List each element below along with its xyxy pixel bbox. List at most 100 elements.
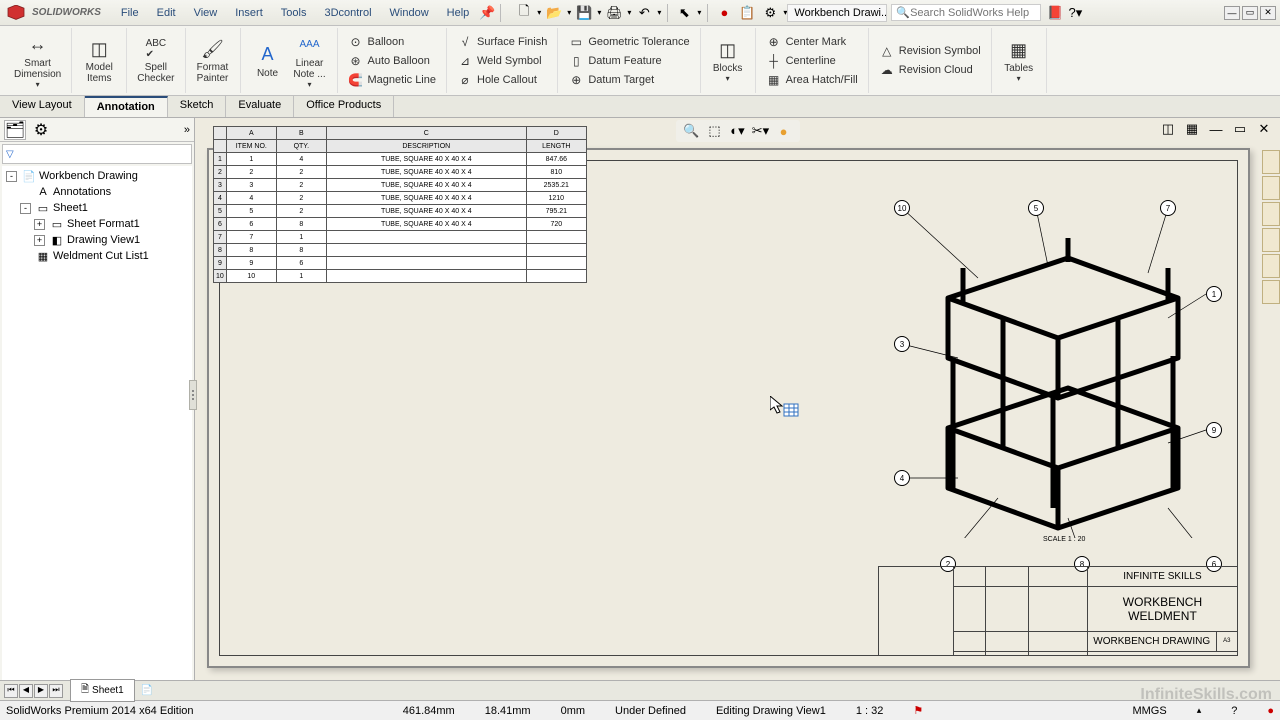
minimize-button[interactable]: — [1224,6,1240,20]
doc-max-icon[interactable]: ▭ [1230,120,1250,138]
title-block[interactable]: INFINITE SKILLS WORKBENCH WELDMENT WORKB… [878,566,1238,656]
taskpane-palette-icon[interactable] [1262,228,1280,252]
menu-edit[interactable]: Edit [149,4,184,22]
model-items-button[interactable]: ◫ Model Items [78,35,120,86]
select-icon[interactable]: ⬉ [674,3,694,23]
options-icon[interactable]: 📋 [737,3,757,23]
menu-window[interactable]: Window [382,4,437,22]
sheet-tab-1[interactable]: 🗎 Sheet1 [70,679,135,702]
sheet-prev-icon[interactable]: ◀ [19,684,33,698]
datum-feature-button[interactable]: ▯Datum Feature [564,52,693,70]
drawing-canvas[interactable]: 🔍 ⬚ ◐▾ ✂▾ ● ◫ ▦ — ▭ ✕ ABCDITEM NO.QTY.DE… [195,118,1280,680]
status-help-icon[interactable]: ? [1231,705,1237,717]
search-box[interactable]: 🔍 [891,4,1041,21]
expand-icon[interactable]: + [34,235,45,246]
tables-button[interactable]: ▦ Tables ▾ [998,36,1040,85]
note-button[interactable]: A Note [247,41,289,81]
pin-icon[interactable]: 📌 [477,3,497,23]
balloon[interactable]: 10 [894,200,910,216]
format-painter-button[interactable]: 🖌 Format Painter [192,35,234,86]
linear-note-button[interactable]: AAA Linear Note ... ▾ [289,31,331,91]
sheet-first-icon[interactable]: ⏮ [4,684,18,698]
menu-3dcontrol[interactable]: 3Dcontrol [316,4,379,22]
zoom-fit-icon[interactable]: 🔍 [682,122,702,140]
area-hatch-button[interactable]: ▦Area Hatch/Fill [762,71,862,89]
status-record-icon[interactable]: ● [1267,705,1274,717]
balloon[interactable]: 4 [894,470,910,486]
tab-view-layout[interactable]: View Layout [0,96,85,117]
sheet-next-icon[interactable]: ▶ [34,684,48,698]
balloon[interactable]: 5 [1028,200,1044,216]
menu-tools[interactable]: Tools [273,4,315,22]
flyout-icon[interactable]: » [184,124,190,136]
center-mark-button[interactable]: ⊕Center Mark [762,33,862,51]
smart-dimension-button[interactable]: ↔ Smart Dimension ▾ [10,31,65,91]
expand-icon[interactable]: - [20,203,31,214]
tree-item[interactable]: +◧Drawing View1 [4,232,190,248]
taskpane-resources-icon[interactable] [1262,150,1280,174]
balloon-button[interactable]: ⊙Balloon [344,33,441,51]
open-icon[interactable]: 📂 [544,3,564,23]
menu-help[interactable]: Help [439,4,478,22]
drawing-view-1[interactable]: 10571394286 SCALE 1 : 20 [868,178,1208,538]
search-input[interactable] [910,7,1030,19]
sheet-last-icon[interactable]: ⏭ [49,684,63,698]
balloon[interactable]: 9 [1206,422,1222,438]
menu-insert[interactable]: Insert [227,4,271,22]
restore-button[interactable]: ▭ [1242,6,1258,20]
datum-target-button[interactable]: ⊕Datum Target [564,71,693,89]
tree-item[interactable]: AAnnotations [4,184,190,200]
taskpane-appearances-icon[interactable] [1262,254,1280,278]
tree-item[interactable]: -📄Workbench Drawing [4,168,190,184]
expand-icon[interactable]: - [6,171,17,182]
save-icon[interactable]: 💾 [574,3,594,23]
balloon[interactable]: 1 [1206,286,1222,302]
menu-view[interactable]: View [186,4,226,22]
revision-symbol-button[interactable]: △Revision Symbol [875,42,985,60]
balloon[interactable]: 3 [894,336,910,352]
tree-item[interactable]: ▦Weldment Cut List1 [4,248,190,264]
tree-item[interactable]: +▭Sheet Format1 [4,216,190,232]
geo-tolerance-button[interactable]: ▭Geometric Tolerance [564,33,693,51]
tab-annotation[interactable]: Annotation [85,96,168,117]
print-icon[interactable]: 🖨 [604,3,624,23]
status-flag-icon[interactable]: ⚑ [913,704,923,717]
appearance-icon[interactable]: ● [774,122,794,140]
weld-symbol-button[interactable]: ⊿Weld Symbol [453,52,551,70]
blocks-button[interactable]: ◫ Blocks ▾ [707,36,749,85]
close-button[interactable]: ✕ [1260,6,1276,20]
magnetic-line-button[interactable]: 🧲Magnetic Line [344,71,441,89]
settings-icon[interactable]: ⚙ [760,3,780,23]
units-label[interactable]: MMGS [1132,705,1166,717]
help-dropdown-icon[interactable]: ?▾ [1065,3,1085,23]
doc-min-icon[interactable]: — [1206,120,1226,138]
menu-file[interactable]: File [113,4,147,22]
balloon[interactable]: 7 [1160,200,1176,216]
section-icon[interactable]: ✂▾ [751,122,771,140]
revision-cloud-button[interactable]: ☁Revision Cloud [875,61,985,79]
property-manager-tab[interactable]: ⚙ [30,120,52,140]
centerline-button[interactable]: ┼Centerline [762,52,862,70]
hole-callout-button[interactable]: ⌀Hole Callout [453,71,551,89]
taskpane-explorer-icon[interactable] [1262,202,1280,226]
tab-sketch[interactable]: Sketch [168,96,227,117]
new-icon[interactable]: 🗋 [514,3,534,23]
add-sheet-icon[interactable]: 📄 [141,685,153,696]
tree-item[interactable]: -▭Sheet1 [4,200,190,216]
weldment-cutlist-table[interactable]: ABCDITEM NO.QTY.DESCRIPTIONLENGTH114TUBE… [213,126,587,283]
expand-icon[interactable]: + [34,219,45,230]
surface-finish-button[interactable]: √Surface Finish [453,33,551,51]
auto-balloon-button[interactable]: ⊛Auto Balloon [344,52,441,70]
panel-splitter[interactable] [189,380,197,410]
rebuild-icon[interactable]: ● [714,3,734,23]
taskpane-library-icon[interactable] [1262,176,1280,200]
help-icon[interactable]: 📕 [1045,3,1065,23]
doc-new-window-icon[interactable]: ◫ [1158,120,1178,138]
zoom-area-icon[interactable]: ⬚ [705,122,725,140]
display-style-icon[interactable]: ◐▾ [728,122,748,140]
tab-office-products[interactable]: Office Products [294,96,394,117]
taskpane-custom-icon[interactable] [1262,280,1280,304]
spell-checker-button[interactable]: ABC✔ Spell Checker [133,35,178,86]
doc-close-icon[interactable]: ✕ [1254,120,1274,138]
feature-tree-tab[interactable]: 🗂 [4,120,26,140]
